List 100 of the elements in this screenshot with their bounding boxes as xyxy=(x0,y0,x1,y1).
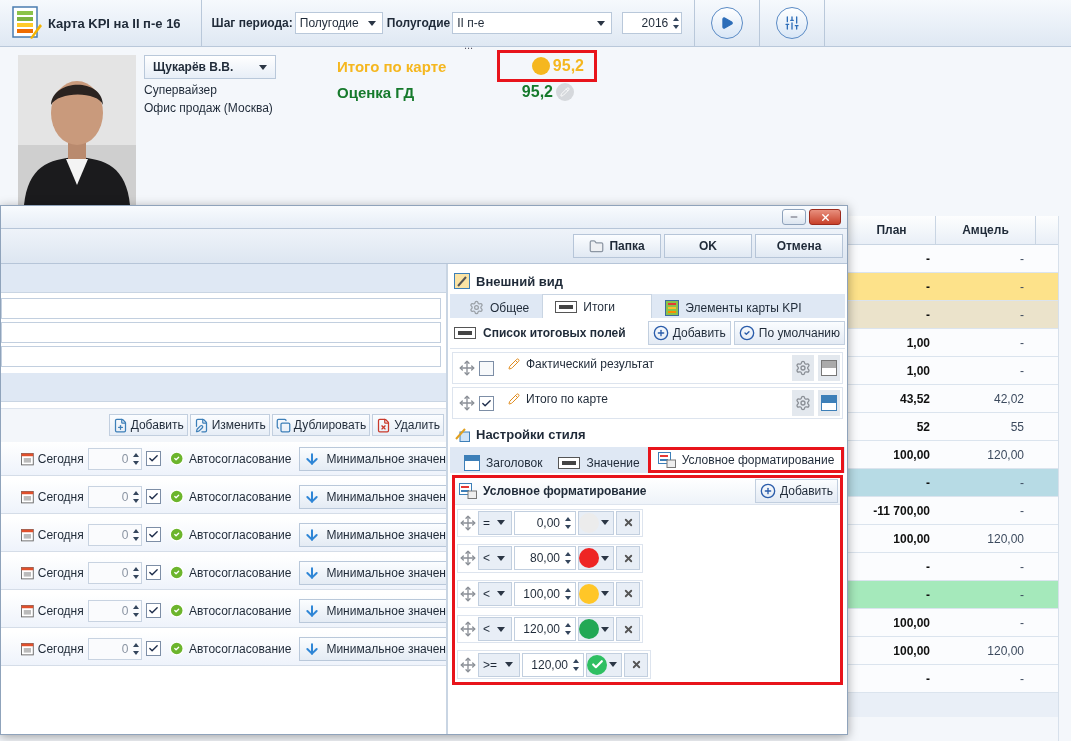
close-button[interactable] xyxy=(809,209,841,225)
add-button[interactable]: Добавить xyxy=(754,478,838,503)
table-cell-text: - xyxy=(925,306,931,324)
field-list-item[interactable]: Итого по карте xyxy=(452,387,843,419)
play-icon xyxy=(720,16,735,30)
toolbar-button[interactable]: OK xyxy=(664,234,752,258)
move-icon[interactable] xyxy=(459,360,475,376)
value-spinner[interactable]: 120,00 xyxy=(514,617,576,642)
score-label: Оценка ГД xyxy=(337,83,416,101)
checkmark-icon xyxy=(148,453,160,464)
settings-button[interactable] xyxy=(792,390,814,416)
play-button[interactable] xyxy=(711,7,744,39)
close-icon xyxy=(622,517,634,529)
caret-icon xyxy=(497,626,505,632)
move-icon[interactable] xyxy=(460,550,476,567)
tab[interactable]: Значение xyxy=(550,451,648,473)
half-year-dropdown[interactable]: II п-е xyxy=(452,12,613,34)
move-icon[interactable] xyxy=(460,514,476,531)
value-spinner[interactable]: 0,00 xyxy=(514,510,576,535)
method-button[interactable]: Минимальное значен xyxy=(299,636,446,661)
tab[interactable]: Общее xyxy=(456,296,543,318)
tab[interactable]: Элементы карты KPI xyxy=(652,296,815,318)
value-spinner[interactable]: 100,00 xyxy=(514,581,576,606)
settings-button[interactable] xyxy=(792,355,814,381)
operator-dropdown[interactable]: >= xyxy=(478,652,520,677)
checkbox[interactable] xyxy=(146,527,162,542)
delete-button[interactable] xyxy=(616,617,640,642)
checkbox[interactable] xyxy=(146,641,162,656)
method-button[interactable]: Минимальное значен xyxy=(299,446,446,471)
tab[interactable]: Заголовок xyxy=(456,451,551,473)
move-icon[interactable] xyxy=(460,656,476,673)
table-cell-text: 55 xyxy=(1009,418,1025,436)
delete-button[interactable] xyxy=(616,581,640,606)
input-field[interactable] xyxy=(1,322,441,343)
move-icon[interactable] xyxy=(460,621,476,638)
approval-label: Автосогласование xyxy=(188,603,292,618)
checkbox[interactable] xyxy=(479,360,494,376)
action-button[interactable]: Изменить xyxy=(189,414,270,436)
year-spinner[interactable]: 2016 xyxy=(622,12,683,34)
checkbox[interactable] xyxy=(146,603,162,618)
color-dropdown[interactable] xyxy=(578,617,614,642)
layout-button[interactable] xyxy=(818,355,840,381)
table-cell-text: - xyxy=(925,558,931,576)
approval-label: Автосогласование xyxy=(188,527,292,542)
action-button[interactable]: Дублировать xyxy=(271,414,371,436)
field-label: Итого по карте xyxy=(526,392,608,406)
field-list-item[interactable]: Фактический результат xyxy=(452,352,843,384)
operator-dropdown[interactable]: = xyxy=(478,510,512,535)
approval-label: Автосогласование xyxy=(188,489,292,504)
value-spinner[interactable]: 120,00 xyxy=(522,652,584,677)
delete-button[interactable] xyxy=(616,510,640,535)
color-dropdown[interactable] xyxy=(586,652,622,677)
restore-button[interactable] xyxy=(782,209,806,225)
table-cell-text: 43,52 xyxy=(898,390,931,408)
method-button[interactable]: Минимальное значен xyxy=(299,522,446,547)
layout-button[interactable] xyxy=(818,390,840,416)
checkbox[interactable] xyxy=(146,451,162,466)
tab[interactable]: Условное форматирование xyxy=(647,447,845,473)
toolbar-button[interactable]: Отмена xyxy=(755,234,843,258)
delete-button[interactable] xyxy=(624,652,648,677)
input-field[interactable] xyxy=(1,346,441,367)
method-button[interactable]: Минимальное значен xyxy=(299,484,446,509)
document-plus-icon xyxy=(112,417,128,433)
toolbar-button[interactable]: Папка xyxy=(573,234,661,258)
score-label: Итого по карте xyxy=(337,57,448,75)
action-button[interactable]: Добавить xyxy=(108,414,188,436)
employee-dropdown[interactable]: Щукарёв В.В. xyxy=(144,55,276,79)
tab[interactable]: Итоги xyxy=(542,294,653,318)
operator-dropdown[interactable]: < xyxy=(478,546,512,571)
list-button[interactable]: По умолчанию xyxy=(733,321,845,345)
period-step-dropdown[interactable]: Полугодие xyxy=(294,12,383,34)
operator-dropdown[interactable]: < xyxy=(478,617,512,642)
action-button[interactable]: Удалить xyxy=(372,414,444,436)
close-icon xyxy=(622,588,634,600)
method-button[interactable]: Минимальное значен xyxy=(299,598,446,623)
color-dropdown[interactable] xyxy=(578,546,614,571)
input-field[interactable] xyxy=(1,298,441,319)
color-dropdown[interactable] xyxy=(578,581,614,606)
checkbox[interactable] xyxy=(146,565,162,580)
table-cell-text: - xyxy=(1019,614,1025,632)
table-cell-text: - xyxy=(1019,306,1025,324)
grip-handle[interactable]: ... xyxy=(464,40,474,50)
operator-dropdown[interactable]: < xyxy=(478,581,512,606)
value-field-icon xyxy=(555,300,578,313)
checkbox[interactable] xyxy=(146,489,162,504)
table-cell-text: - xyxy=(925,474,931,492)
date-label: Сегодня xyxy=(37,489,84,504)
value-spinner[interactable]: 80,00 xyxy=(514,546,576,571)
status-dot xyxy=(531,57,550,75)
color-dropdown[interactable] xyxy=(578,510,614,535)
section-title: Внешний вид xyxy=(476,273,563,289)
method-button[interactable]: Минимальное значен xyxy=(299,560,446,585)
move-icon[interactable] xyxy=(460,585,476,602)
check-circle-icon xyxy=(169,640,185,657)
list-button[interactable]: Добавить xyxy=(647,321,731,345)
check-circle-icon xyxy=(169,602,185,619)
check-circle-icon xyxy=(169,564,185,581)
sliders-button[interactable] xyxy=(776,7,809,39)
delete-button[interactable] xyxy=(616,546,640,571)
checkbox[interactable] xyxy=(479,395,494,411)
